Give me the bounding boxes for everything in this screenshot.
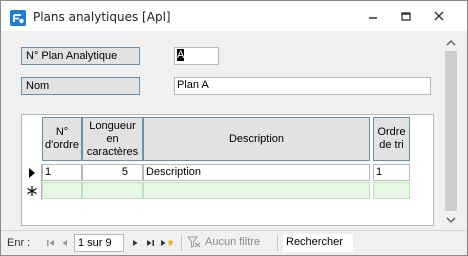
nav-separator xyxy=(277,235,278,251)
new-cell-description[interactable] xyxy=(143,182,370,199)
form-detail: N° Plan Analytique A Nom Plan A N° d'ord… xyxy=(9,35,459,229)
previous-record-icon xyxy=(62,240,67,246)
record-navigation-bar: Enr : 1 sur 9 Aucun filtre Rechercher xyxy=(1,230,467,255)
record-selector-arrow-icon xyxy=(29,168,35,178)
restore-icon xyxy=(401,12,411,21)
new-cell-ordre[interactable] xyxy=(42,182,82,199)
plan-number-field[interactable]: A xyxy=(174,47,219,65)
last-record-button[interactable] xyxy=(144,237,156,249)
minimize-icon xyxy=(369,17,377,19)
nom-field[interactable]: Plan A xyxy=(174,77,431,95)
first-record-button[interactable] xyxy=(45,237,57,249)
close-icon xyxy=(434,11,444,21)
no-filter-icon xyxy=(187,236,201,248)
column-header-ordre[interactable]: N° d'ordre xyxy=(42,117,82,161)
next-record-button[interactable] xyxy=(129,237,141,249)
access-form-icon xyxy=(10,10,26,26)
new-cell-tri[interactable] xyxy=(373,182,410,199)
cell-ordre[interactable]: 1 xyxy=(42,164,82,181)
vertical-scrollbar[interactable] xyxy=(443,35,459,229)
new-record-star-icon xyxy=(161,238,174,246)
previous-record-button[interactable] xyxy=(59,237,71,249)
close-button[interactable] xyxy=(430,9,448,25)
cell-tri[interactable]: 1 xyxy=(373,164,410,181)
filter-label: Aucun filtre xyxy=(205,236,261,248)
current-record-field[interactable]: 1 sur 9 xyxy=(74,234,124,252)
filter-indicator[interactable]: Aucun filtre xyxy=(187,236,260,248)
search-field[interactable]: Rechercher xyxy=(283,234,353,252)
cell-description[interactable]: Description xyxy=(143,164,370,181)
nom-label: Nom xyxy=(21,77,140,95)
first-record-icon xyxy=(47,240,54,246)
plan-number-label: N° Plan Analytique xyxy=(21,47,140,65)
form-window: Plans analytiques [Apl] N° Plan Analytiq… xyxy=(0,0,468,256)
plan-number-value: A xyxy=(177,49,185,61)
record-selector[interactable] xyxy=(22,164,42,182)
nav-separator xyxy=(181,235,182,251)
new-record-selector[interactable] xyxy=(22,182,42,200)
window-title: Plans analytiques [Apl] xyxy=(33,10,171,24)
record-label: Enr : xyxy=(7,237,31,249)
column-header-tri[interactable]: Ordre de tri xyxy=(373,117,410,161)
scroll-up-icon[interactable] xyxy=(446,39,456,47)
new-cell-longueur[interactable] xyxy=(82,182,143,199)
title-bar: Plans analytiques [Apl] xyxy=(1,1,467,31)
scroll-down-icon[interactable] xyxy=(446,216,456,224)
minimize-button[interactable] xyxy=(364,9,382,25)
new-record-asterisk-icon xyxy=(27,186,37,196)
next-record-icon xyxy=(133,240,138,246)
column-header-description[interactable]: Description xyxy=(143,117,370,161)
last-record-icon xyxy=(147,240,154,246)
cell-longueur[interactable]: 5 xyxy=(82,164,143,181)
new-record-button[interactable] xyxy=(159,237,175,249)
subform-grid: N° d'ordre Longueur en caractères Descri… xyxy=(21,114,434,226)
scrollbar-thumb[interactable] xyxy=(445,51,457,211)
column-header-longueur[interactable]: Longueur en caractères xyxy=(82,117,143,161)
restore-button[interactable] xyxy=(397,9,415,25)
